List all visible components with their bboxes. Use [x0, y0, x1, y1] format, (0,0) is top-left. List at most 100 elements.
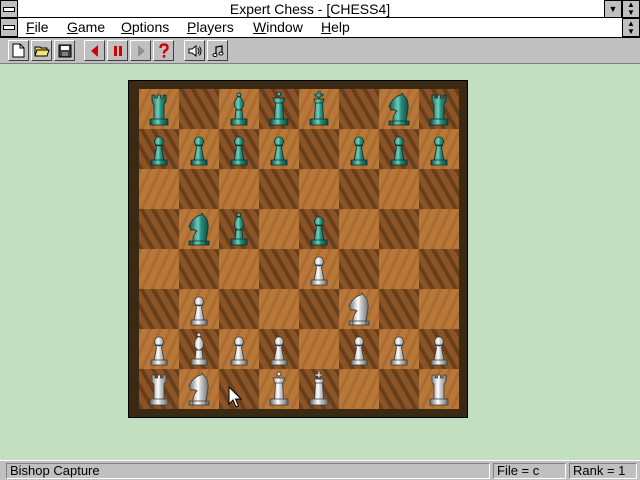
- square-a3[interactable]: [139, 289, 179, 329]
- square-f7[interactable]: [339, 129, 379, 169]
- teal-pawn-icon[interactable]: [343, 131, 375, 167]
- silver-knight-icon[interactable]: [343, 291, 375, 327]
- sound-toggle-button[interactable]: [184, 40, 205, 61]
- teal-queen-icon[interactable]: [263, 91, 295, 127]
- square-d6[interactable]: [259, 169, 299, 209]
- music-toggle-button[interactable]: [207, 40, 228, 61]
- square-e7[interactable]: [299, 129, 339, 169]
- silver-pawn-icon[interactable]: [343, 331, 375, 367]
- square-b7[interactable]: [179, 129, 219, 169]
- square-d5[interactable]: [259, 209, 299, 249]
- document-restore-button[interactable]: ▲ ▼: [622, 18, 640, 37]
- square-b6[interactable]: [179, 169, 219, 209]
- square-f5[interactable]: [339, 209, 379, 249]
- square-f2[interactable]: [339, 329, 379, 369]
- square-a6[interactable]: [139, 169, 179, 209]
- square-a1[interactable]: [139, 369, 179, 409]
- silver-pawn-icon[interactable]: [383, 331, 415, 367]
- teal-bishop-icon[interactable]: [223, 91, 255, 127]
- square-a4[interactable]: [139, 249, 179, 289]
- teal-pawn-icon[interactable]: [423, 131, 455, 167]
- square-b1[interactable]: [179, 369, 219, 409]
- maximize-button[interactable]: ▲ ▼: [622, 0, 640, 18]
- silver-queen-icon[interactable]: [263, 371, 295, 407]
- square-c8[interactable]: [219, 89, 259, 129]
- save-button[interactable]: [54, 40, 75, 61]
- square-d7[interactable]: [259, 129, 299, 169]
- square-d8[interactable]: [259, 89, 299, 129]
- square-d1[interactable]: [259, 369, 299, 409]
- silver-knight-icon[interactable]: [183, 371, 215, 407]
- square-g3[interactable]: [379, 289, 419, 329]
- teal-rook-icon[interactable]: [423, 91, 455, 127]
- square-b8[interactable]: [179, 89, 219, 129]
- square-c7[interactable]: [219, 129, 259, 169]
- square-f3[interactable]: [339, 289, 379, 329]
- square-a2[interactable]: [139, 329, 179, 369]
- square-f4[interactable]: [339, 249, 379, 289]
- take-back-button[interactable]: [84, 40, 105, 61]
- square-f1[interactable]: [339, 369, 379, 409]
- square-c5[interactable]: [219, 209, 259, 249]
- square-b3[interactable]: [179, 289, 219, 329]
- chess-board[interactable]: [139, 89, 459, 409]
- document-system-menu-button[interactable]: [0, 18, 18, 37]
- square-c2[interactable]: [219, 329, 259, 369]
- teal-pawn-icon[interactable]: [263, 131, 295, 167]
- square-h2[interactable]: [419, 329, 459, 369]
- silver-pawn-icon[interactable]: [423, 331, 455, 367]
- teal-knight-icon[interactable]: [383, 91, 415, 127]
- square-h7[interactable]: [419, 129, 459, 169]
- menu-game[interactable]: Game: [67, 18, 105, 37]
- square-b4[interactable]: [179, 249, 219, 289]
- square-e3[interactable]: [299, 289, 339, 329]
- square-h5[interactable]: [419, 209, 459, 249]
- menu-options[interactable]: Options: [121, 18, 169, 37]
- square-d3[interactable]: [259, 289, 299, 329]
- teal-bishop-icon[interactable]: [223, 211, 255, 247]
- menu-players[interactable]: Players: [187, 18, 234, 37]
- minimize-button[interactable]: ▼: [604, 0, 622, 18]
- silver-pawn-icon[interactable]: [143, 331, 175, 367]
- forward-button[interactable]: [130, 40, 151, 61]
- silver-pawn-icon[interactable]: [303, 251, 335, 287]
- square-e8[interactable]: [299, 89, 339, 129]
- teal-pawn-icon[interactable]: [303, 211, 335, 247]
- square-e5[interactable]: [299, 209, 339, 249]
- square-b2[interactable]: [179, 329, 219, 369]
- square-g5[interactable]: [379, 209, 419, 249]
- square-e2[interactable]: [299, 329, 339, 369]
- square-g8[interactable]: [379, 89, 419, 129]
- system-menu-button[interactable]: [0, 0, 18, 18]
- square-h6[interactable]: [419, 169, 459, 209]
- square-f8[interactable]: [339, 89, 379, 129]
- menu-file[interactable]: File: [26, 18, 49, 37]
- square-h4[interactable]: [419, 249, 459, 289]
- square-c3[interactable]: [219, 289, 259, 329]
- square-g4[interactable]: [379, 249, 419, 289]
- silver-pawn-icon[interactable]: [223, 331, 255, 367]
- square-f6[interactable]: [339, 169, 379, 209]
- square-a8[interactable]: [139, 89, 179, 129]
- square-e1[interactable]: [299, 369, 339, 409]
- square-g6[interactable]: [379, 169, 419, 209]
- square-h3[interactable]: [419, 289, 459, 329]
- square-h1[interactable]: [419, 369, 459, 409]
- square-g7[interactable]: [379, 129, 419, 169]
- square-g1[interactable]: [379, 369, 419, 409]
- square-h8[interactable]: [419, 89, 459, 129]
- silver-king-icon[interactable]: [303, 371, 335, 407]
- teal-knight-icon[interactable]: [183, 211, 215, 247]
- square-d4[interactable]: [259, 249, 299, 289]
- new-game-button[interactable]: [8, 40, 29, 61]
- menu-help[interactable]: Help: [321, 18, 350, 37]
- open-button[interactable]: [31, 40, 52, 61]
- square-a7[interactable]: [139, 129, 179, 169]
- teal-rook-icon[interactable]: [143, 91, 175, 127]
- teal-pawn-icon[interactable]: [143, 131, 175, 167]
- silver-pawn-icon[interactable]: [263, 331, 295, 367]
- silver-bishop-icon[interactable]: [183, 331, 215, 367]
- square-c6[interactable]: [219, 169, 259, 209]
- teal-king-icon[interactable]: [303, 91, 335, 127]
- pause-button[interactable]: [107, 40, 128, 61]
